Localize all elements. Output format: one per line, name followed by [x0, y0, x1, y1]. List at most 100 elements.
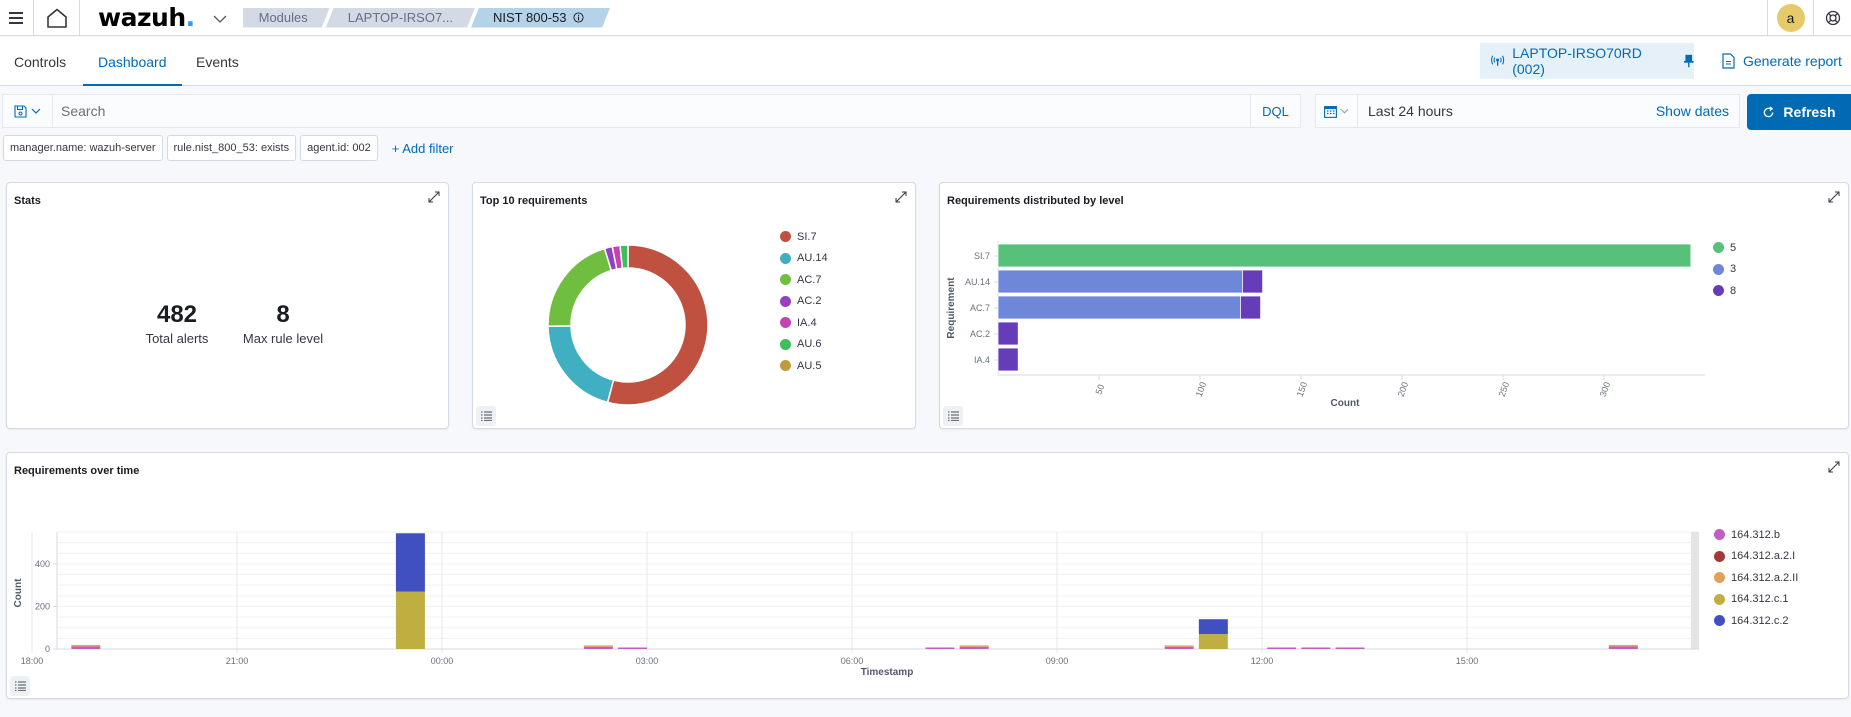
wazuh-logo[interactable]: wazuh. [98, 3, 195, 32]
refresh-button[interactable]: Refresh [1747, 94, 1851, 130]
breadcrumb-agent[interactable]: LAPTOP-IRSO7... [326, 8, 475, 28]
x-tick-label: 12:00 [1251, 656, 1274, 666]
out-of-range-shade [1691, 532, 1699, 649]
show-dates-button[interactable]: Show dates [1656, 103, 1739, 119]
x-axis-title: Count [1331, 398, 1361, 409]
x-tick-label: 09:00 [1046, 656, 1069, 666]
legend-item[interactable]: AC.2 [780, 291, 828, 313]
bar-ac-7-level-8 [1239, 295, 1261, 320]
y-tick-label: 0 [45, 644, 50, 654]
add-filter-button[interactable]: + Add filter [392, 141, 454, 156]
logo-dot: . [185, 3, 196, 32]
breadcrumb-modules[interactable]: Modules [243, 8, 330, 28]
legend-color-dot [780, 274, 791, 286]
legend-item[interactable]: 3 [1713, 259, 1736, 281]
list-icon [947, 411, 959, 421]
legend-label: AU.5 [797, 359, 822, 372]
tab-events[interactable]: Events [196, 37, 239, 86]
legend-item[interactable]: AU.14 [780, 248, 828, 270]
legend-item[interactable]: 164.312.c.2 [1714, 610, 1798, 632]
legend-item[interactable]: 164.312.a.2.I [1714, 546, 1798, 568]
legend-toggle-button[interactable] [943, 406, 963, 426]
tab-dashboard[interactable]: Dashboard [83, 37, 182, 86]
bar-0000-164-312-c-2 [395, 533, 425, 592]
legend-color-dot [780, 252, 791, 264]
legend-item[interactable]: 5 [1713, 237, 1736, 259]
legend-label: 5 [1730, 241, 1737, 254]
menu-button[interactable] [0, 0, 34, 36]
donut-slice-ac-7 [547, 247, 613, 327]
legend-label: AU.14 [797, 252, 828, 265]
legend-label: SI.7 [797, 230, 817, 243]
date-picker: Last 24 hours Show dates [1315, 94, 1740, 128]
bar-1100-164-312-b [1164, 646, 1194, 649]
x-axis-title: Timestamp [861, 667, 914, 678]
legend-toggle-button[interactable] [10, 676, 30, 696]
legend-color-dot [1713, 242, 1724, 254]
bar-1730-164-312-a-2-II [1608, 644, 1638, 647]
user-avatar[interactable]: a [1776, 4, 1805, 32]
donut-slice-au-14 [547, 325, 615, 404]
legend-item[interactable]: 164.312.b [1714, 524, 1798, 546]
level-legend: 5 3 8 [1713, 237, 1736, 302]
pinned-agent[interactable]: LAPTOP-IRSO70RD (002) [1480, 43, 1694, 79]
logo-menu-button[interactable] [213, 10, 227, 26]
generate-report-button[interactable]: Generate report [1722, 43, 1842, 79]
x-tick-label: 18:00 [21, 656, 44, 666]
bar-ac-2-level-8 [997, 321, 1019, 346]
donut-legend: SI.7 AU.14 AC.7 AC.2 IA.4 AU.6 AU.5 [780, 226, 828, 377]
y-tick-label: 400 [35, 559, 50, 569]
bar-0300-164-312-b [618, 647, 647, 649]
bar-au-14-level-3 [997, 269, 1243, 294]
filter-bar: manager.name: wazuh-server rule.nist_800… [3, 135, 454, 161]
legend-label: AU.6 [797, 338, 822, 351]
legend-label: AC.2 [797, 295, 822, 308]
legend-toggle-button[interactable] [476, 406, 496, 426]
search-input[interactable] [53, 95, 1250, 127]
antenna-icon [1491, 55, 1505, 66]
y-axis-title: Requirement [946, 277, 957, 339]
legend-item[interactable]: 164.312.c.1 [1714, 589, 1798, 611]
expand-icon[interactable] [426, 189, 442, 205]
bar-1900-164-312-b [71, 646, 101, 649]
legend-color-dot [1714, 615, 1725, 627]
home-button[interactable] [34, 0, 80, 36]
stats-panel: Stats 482 Total alerts 8 Max rule level [6, 182, 449, 429]
bar-1230-164-312-b [1267, 647, 1297, 649]
help-button[interactable] [1813, 0, 1851, 36]
legend-item[interactable]: SI.7 [780, 226, 828, 248]
refresh-icon [1764, 105, 1774, 117]
query-bar: DQL [2, 94, 1301, 128]
bar-1130-164-312-c-2 [1198, 619, 1228, 635]
saved-query-button[interactable] [3, 95, 53, 127]
filter-pill[interactable]: agent.id: 002 [300, 135, 378, 161]
info-icon[interactable] [573, 12, 584, 23]
plot-area [57, 532, 1699, 649]
tab-controls[interactable]: Controls [14, 37, 66, 86]
legend-item[interactable]: AU.6 [780, 334, 828, 356]
top-bar: wazuh. Modules LAPTOP-IRSO7... NIST 800-… [0, 0, 1851, 36]
quick-date-menu-button[interactable] [1316, 95, 1358, 127]
total-alerts-value: 482 [156, 301, 198, 328]
x-tick-label: 300 [1598, 381, 1613, 399]
legend-label: IA.4 [797, 316, 817, 329]
legend-color-dot [780, 295, 791, 307]
y-tick-label: IA.4 [974, 355, 990, 365]
breadcrumb: Modules LAPTOP-IRSO7... NIST 800-53 [243, 8, 610, 28]
legend-item[interactable]: AC.7 [780, 269, 828, 291]
legend-label: 8 [1730, 284, 1737, 297]
date-range-value[interactable]: Last 24 hours [1358, 103, 1656, 119]
bar-0730-164-312-b [925, 647, 955, 649]
legend-item[interactable]: 164.312.a.2.II [1714, 567, 1798, 589]
query-language-button[interactable]: DQL [1250, 95, 1300, 127]
filter-pill[interactable]: rule.nist_800_53: exists [166, 135, 297, 161]
legend-item[interactable]: IA.4 [780, 312, 828, 334]
filter-pill[interactable]: manager.name: wazuh-server [3, 135, 163, 161]
pin-icon[interactable] [1684, 54, 1694, 68]
y-axis-title: Count [13, 578, 24, 608]
y-tick-label: AC.2 [970, 329, 990, 339]
top-requirements-panel: Top 10 requirements SI.7 AU.14 AC.7 AC.2 IA.… [472, 182, 916, 429]
legend-item[interactable]: AU.5 [780, 355, 828, 377]
y-tick-label: 200 [35, 601, 50, 611]
legend-item[interactable]: 8 [1713, 280, 1736, 302]
